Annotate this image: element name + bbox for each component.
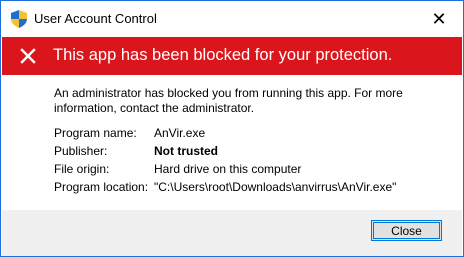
blocked-x-icon [20,48,36,64]
uac-shield-icon [11,10,27,28]
detail-row-publisher: Publisher: Not trusted [54,144,396,162]
title-bar[interactable]: User Account Control ✕ [1,1,463,37]
banner-heading: This app has been blocked for your prote… [53,46,393,64]
detail-row-program-name: Program name: AnVir.exe [54,126,396,144]
detail-row-program-location: Program location: "C:\Users\root\Downloa… [54,180,396,198]
file-origin-label: File origin: [54,162,110,176]
program-name-value: AnVir.exe [154,126,206,140]
close-icon[interactable]: ✕ [421,5,457,33]
dialog-footer: Close [2,210,462,256]
window-title: User Account Control [34,11,157,26]
publisher-value: Not trusted [154,144,218,158]
program-location-value: "C:\Users\root\Downloads\anvirrus\AnVir.… [154,180,397,194]
file-origin-value: Hard drive on this computer [154,162,302,176]
uac-dialog: User Account Control ✕ This app has been… [0,0,464,257]
close-button[interactable]: Close [371,220,442,241]
program-details: Program name: AnVir.exe Publisher: Not t… [54,126,396,198]
blocked-banner: This app has been blocked for your prote… [2,37,462,75]
detail-row-file-origin: File origin: Hard drive on this computer [54,162,396,180]
admin-message: An administrator has blocked you from ru… [54,86,403,115]
program-name-label: Program name: [54,126,137,140]
publisher-label: Publisher: [54,144,108,158]
program-location-label: Program location: [54,180,149,194]
